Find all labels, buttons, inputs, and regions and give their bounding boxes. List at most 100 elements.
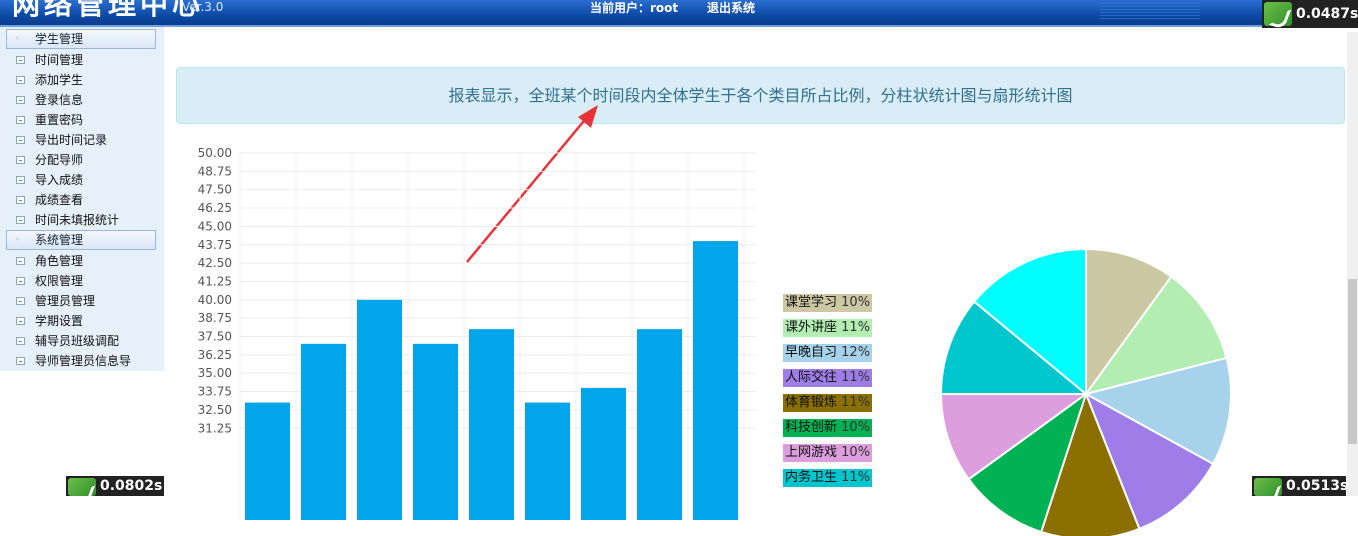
bar <box>413 343 458 520</box>
legend-percent: 11% <box>837 320 871 335</box>
menu-group-label: 系统管理 <box>35 233 84 247</box>
menu-item-label: 辅导员班级调配 <box>35 334 120 348</box>
legend-item: 体育锻炼 11% <box>783 394 873 412</box>
minus-box-icon <box>16 357 25 365</box>
top-header: 网络管理中心 Ver.3.0 当前用户：root 退出系统 <box>0 0 1358 27</box>
legend-label: 人际交往 <box>785 370 838 385</box>
minus-box-icon <box>16 156 25 164</box>
y-tick-label: 36.25 <box>198 348 232 362</box>
version-label: Ver.3.0 <box>182 0 224 14</box>
minus-box-icon <box>16 257 25 265</box>
bar-marks <box>245 241 738 520</box>
legend-label: 课外讲座 <box>785 320 838 335</box>
legend-label: 体育锻炼 <box>785 395 838 410</box>
y-tick-label: 43.75 <box>198 238 232 252</box>
menu-item-label: 导师管理员信息导 <box>35 354 132 368</box>
menu-item-add-student[interactable]: 添加学生 <box>16 70 83 90</box>
bar <box>301 343 346 520</box>
y-tick-label: 37.50 <box>198 330 232 344</box>
menu-item-label: 管理员管理 <box>35 294 96 308</box>
menu-item-unfilled-stats[interactable]: 时间未填报统计 <box>16 210 119 230</box>
menu-item-role-manage[interactable]: 角色管理 <box>16 251 83 271</box>
menu-group-system[interactable]: ◦ 系统管理 <box>6 230 156 250</box>
menu-item-label: 成绩查看 <box>35 193 84 207</box>
menu-item-semester-settings[interactable]: 学期设置 <box>16 311 83 331</box>
minus-box-icon <box>16 337 25 345</box>
timer-value: 0.0513s <box>1286 478 1349 494</box>
flame-logo-icon <box>68 478 96 496</box>
legend-percent: 12% <box>837 345 871 360</box>
flame-logo-icon <box>1264 2 1292 26</box>
menu-item-time-manage[interactable]: 时间管理 <box>16 50 83 70</box>
legend-label: 内务卫生 <box>785 470 838 485</box>
menu-item-label: 权限管理 <box>35 274 84 288</box>
timer-badge-right: 0.0513s <box>1252 476 1349 496</box>
y-tick-label: 47.50 <box>198 183 232 197</box>
bar <box>469 329 514 520</box>
menu-item-view-grades[interactable]: 成绩查看 <box>16 190 83 210</box>
legend-label: 早晚自习 <box>785 345 838 360</box>
bar <box>357 299 402 520</box>
flame-logo-icon <box>1254 478 1282 496</box>
vertical-scrollbar[interactable] <box>1347 32 1358 496</box>
bar <box>525 402 570 520</box>
menu-item-export-time[interactable]: 导出时间记录 <box>16 130 107 150</box>
legend-label: 上网游戏 <box>785 445 838 460</box>
legend-percent: 10% <box>837 295 871 310</box>
menu-item-tutor-admin-import[interactable]: 导师管理员信息导 <box>16 351 131 371</box>
minus-box-icon <box>16 176 25 184</box>
menu-group-label: 学生管理 <box>35 32 84 46</box>
legend-percent: 10% <box>837 420 871 435</box>
menu-item-label: 学期设置 <box>35 314 84 328</box>
timer-badge-left: 0.0802s <box>66 476 164 496</box>
minus-box-icon <box>16 277 25 285</box>
timer-value: 0.0802s <box>100 478 163 494</box>
y-tick-label: 32.50 <box>198 403 232 417</box>
menu-item-import-grades[interactable]: 导入成绩 <box>16 170 83 190</box>
legend-item: 内务卫生 11% <box>783 469 873 487</box>
y-tick-label: 50.00 <box>198 146 232 160</box>
y-tick-label: 38.75 <box>198 311 232 325</box>
logout-link[interactable]: 退出系统 <box>707 0 755 16</box>
bar <box>245 402 290 520</box>
legend-item: 课外讲座 11% <box>783 319 873 337</box>
y-tick-label: 46.25 <box>198 201 232 215</box>
bar <box>581 387 626 520</box>
legend-item: 人际交往 11% <box>783 369 873 387</box>
menu-group-student[interactable]: ◦ 学生管理 <box>6 29 156 49</box>
pie-chart <box>939 247 1232 536</box>
menu-item-counselor-class[interactable]: 辅导员班级调配 <box>16 331 119 351</box>
menu-item-assign-tutor[interactable]: 分配导师 <box>16 150 83 170</box>
y-tick-label: 45.00 <box>198 219 232 233</box>
y-axis-ticks: 50.00 48.75 47.50 46.25 45.00 43.75 42.50 41.25… <box>198 146 232 435</box>
minus-box-icon <box>16 297 25 305</box>
menu-item-label: 添加学生 <box>35 73 84 87</box>
minus-box-icon <box>16 76 25 84</box>
menu-item-admin-manage[interactable]: 管理员管理 <box>16 291 95 311</box>
y-tick-label: 41.25 <box>198 274 232 288</box>
y-tick-label: 35.00 <box>198 366 232 380</box>
legend-label: 科技创新 <box>785 420 838 435</box>
minus-box-icon <box>16 216 25 224</box>
timer-badge-top: 0.0487s <box>1262 0 1358 28</box>
menu-item-label: 时间未填报统计 <box>35 213 120 227</box>
legend-percent: 10% <box>837 445 871 460</box>
menu-item-reset-password[interactable]: 重置密码 <box>16 110 83 130</box>
menu-item-label: 重置密码 <box>35 113 84 127</box>
menu-item-permission-manage[interactable]: 权限管理 <box>16 271 83 291</box>
legend-percent: 11% <box>837 470 871 485</box>
scrollbar-thumb[interactable] <box>1348 279 1357 444</box>
y-tick-label: 33.75 <box>198 385 232 399</box>
legend-item: 科技创新 10% <box>783 419 873 437</box>
bar-chart: 50.00 48.75 47.50 46.25 45.00 43.75 42.50 41.25… <box>198 146 756 520</box>
menu-item-login-info[interactable]: 登录信息 <box>16 90 83 110</box>
menu-item-label: 分配导师 <box>35 153 84 167</box>
minus-box-icon <box>16 136 25 144</box>
report-description-banner: 报表显示，全班某个时间段内全体学生于各个类目所占比例，分柱状统计图与扇形统计图 <box>176 67 1345 124</box>
minus-box-icon <box>16 116 25 124</box>
timer-value: 0.0487s <box>1296 6 1358 22</box>
menu-item-label: 登录信息 <box>35 93 84 107</box>
menu-item-label: 时间管理 <box>35 53 84 67</box>
legend-percent: 11% <box>837 370 871 385</box>
minus-box-icon <box>16 317 25 325</box>
